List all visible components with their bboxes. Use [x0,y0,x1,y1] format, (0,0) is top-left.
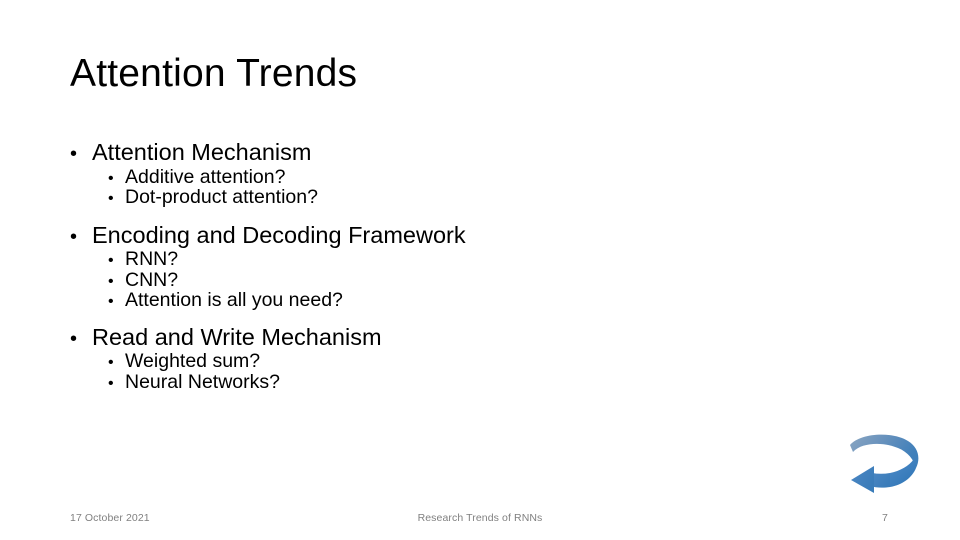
arrow-arc-lower [888,459,916,487]
bullet-level2: • RNN? [70,248,850,270]
bullet-level1-label: Attention Mechanism [92,139,312,165]
bullet-level1-label: Encoding and Decoding Framework [92,221,466,248]
bullet-level2-label: CNN? [125,268,179,291]
slide-body: • Attention Mechanism • Additive attenti… [70,139,850,393]
bullet-level2-label: Neural Networks? [125,370,280,393]
bullet-level2: • CNN? [70,268,850,291]
bullet-dot-icon: • [108,354,114,371]
bullet-dot-icon: • [108,169,114,187]
footer-page-number: 7 [882,512,888,524]
bullet-dot-icon: • [108,190,114,207]
bullet-sublist: • Additive attention? • Dot-product atte… [70,165,850,208]
bullet-level2: • Additive attention? [70,165,850,188]
arrow-arc-upper [850,434,919,468]
bullet-group: • Encoding and Decoding Framework • RNN?… [70,221,850,311]
bullet-dot-icon: • [108,252,114,269]
arrow-head [851,466,874,493]
bullet-dot-icon: • [108,293,114,310]
slide-canvas: Attention Trends • Attention Mechanism •… [0,0,960,540]
bullet-level2: • Weighted sum? [70,350,850,372]
bullet-dot-icon: • [70,225,78,248]
bullet-sublist: • RNN? • CNN? • Attention is all you nee… [70,248,850,311]
bullet-dot-icon: • [108,374,114,392]
bullet-level2-label: Additive attention? [125,165,286,188]
bullet-level2-label: Dot-product attention? [125,186,318,208]
bullet-level2-label: Weighted sum? [125,350,261,372]
bullet-group: • Read and Write Mechanism • Weighted su… [70,323,850,393]
bullet-level2: • Neural Networks? [70,370,850,393]
bullet-dot-icon: • [108,272,114,290]
bullet-level1: • Encoding and Decoding Framework [70,221,850,248]
bullet-level1: • Attention Mechanism [70,139,850,165]
bullet-level1: • Read and Write Mechanism [70,323,850,350]
page-title: Attention Trends [70,52,358,95]
bullet-level1-label: Read and Write Mechanism [92,323,382,350]
bullet-dot-icon: • [70,327,78,350]
bullet-level2: • Attention is all you need? [70,289,850,311]
bullet-level2: • Dot-product attention? [70,186,850,208]
arrow-shaft [870,473,890,488]
bullet-group: • Attention Mechanism • Additive attenti… [70,139,850,208]
bullet-level2-label: RNN? [125,248,179,270]
curved-arrow-icon [850,434,919,493]
bullet-level2-label: Attention is all you need? [125,289,343,311]
bullet-sublist: • Weighted sum? • Neural Networks? [70,350,850,393]
bullet-dot-icon: • [70,143,78,165]
